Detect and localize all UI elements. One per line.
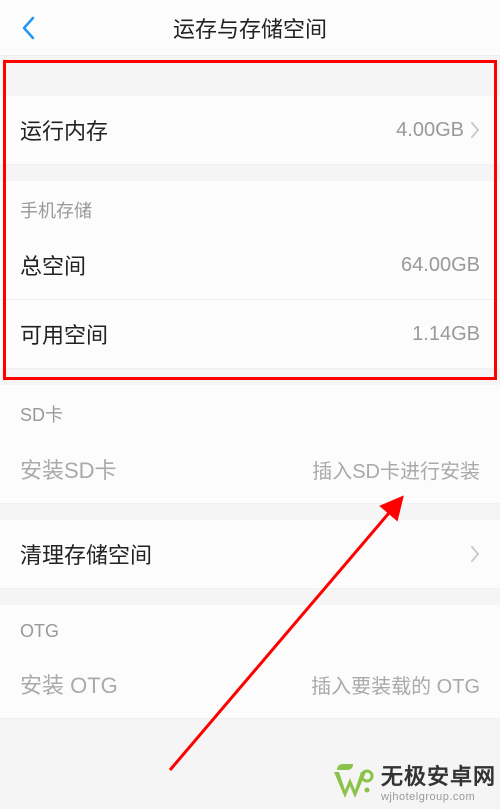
- row-hint: 插入要装载的 OTG: [311, 670, 480, 699]
- watermark-logo-icon: [333, 760, 375, 802]
- ram-value-text: 4.00GB: [396, 119, 464, 142]
- section-header-otg: OTG: [0, 605, 500, 650]
- spacer: [0, 56, 500, 96]
- row-install-sd: 安装SD卡 插入SD卡进行安装: [0, 435, 500, 504]
- spacer: [0, 165, 500, 181]
- row-label: 清理存储空间: [20, 538, 152, 570]
- header: 运存与存储空间: [0, 0, 500, 56]
- row-hint: 插入SD卡进行安装: [312, 455, 480, 484]
- chevron-right-icon: [470, 121, 480, 139]
- watermark-url-text: wjhotelgroup.com: [381, 791, 496, 803]
- back-button[interactable]: [12, 12, 44, 44]
- row-label: 可用空间: [20, 318, 108, 350]
- row-value: 64.00GB: [401, 254, 480, 277]
- row-install-otg: 安装 OTG 插入要装载的 OTG: [0, 650, 500, 719]
- page-title: 运存与存储空间: [0, 12, 500, 44]
- row-label: 安装SD卡: [20, 453, 117, 485]
- row-available-space[interactable]: 可用空间 1.14GB: [0, 300, 500, 369]
- watermark-text: 无极安卓网 wjhotelgroup.com: [381, 759, 496, 803]
- row-label: 安装 OTG: [20, 668, 118, 700]
- row-value: 1.14GB: [412, 323, 480, 346]
- spacer: [0, 589, 500, 605]
- row-value: 4.00GB: [396, 119, 480, 142]
- chevron-right-icon: [470, 545, 480, 563]
- row-value: [464, 545, 480, 563]
- row-label: 总空间: [20, 249, 86, 281]
- watermark-main-text: 无极安卓网: [381, 759, 496, 791]
- row-total-space[interactable]: 总空间 64.00GB: [0, 231, 500, 300]
- spacer: [0, 504, 500, 520]
- chevron-left-icon: [21, 16, 35, 40]
- row-cleanup-storage[interactable]: 清理存储空间: [0, 520, 500, 589]
- section-header-sd: SD卡: [0, 385, 500, 435]
- spacer: [0, 369, 500, 385]
- section-header-phone-storage: 手机存储: [0, 181, 500, 231]
- row-label: 运行内存: [20, 114, 108, 146]
- row-ram[interactable]: 运行内存 4.00GB: [0, 96, 500, 165]
- watermark: 无极安卓网 wjhotelgroup.com: [333, 759, 496, 803]
